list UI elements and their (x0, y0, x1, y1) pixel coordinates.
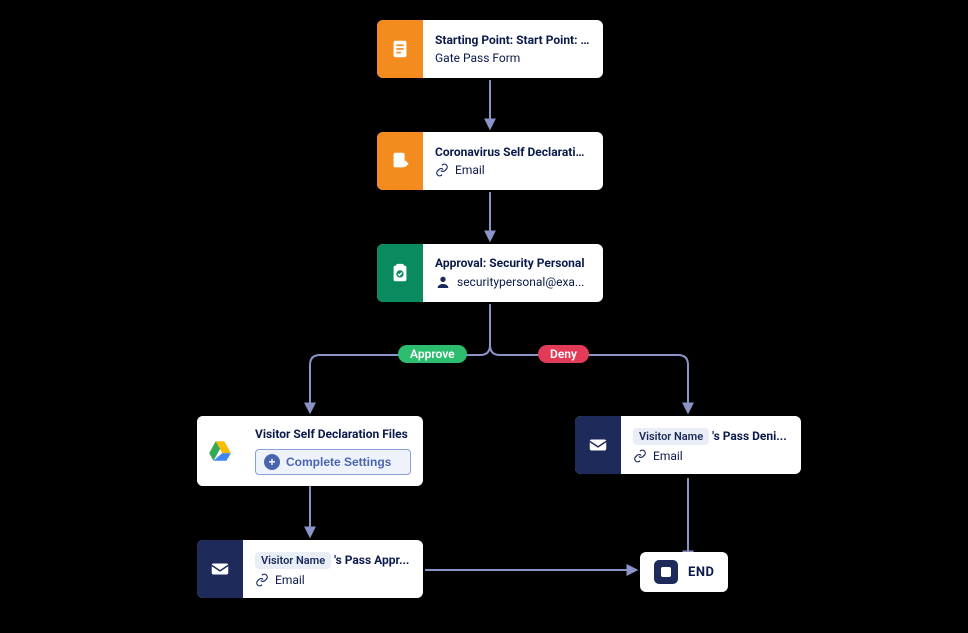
node-drive-files[interactable]: Visitor Self Declaration Files + Complet… (197, 416, 423, 486)
node-subtitle: Gate Pass Form (435, 51, 591, 65)
link-icon (255, 573, 269, 587)
node-title: Starting Point: Start Point: Vi... (435, 33, 591, 47)
title-suffix: 's Pass Appr... (334, 553, 409, 567)
link-icon (435, 163, 449, 177)
node-pass-denied[interactable]: Visitor Name 's Pass Deni... Email (575, 416, 801, 474)
link-label: Email (653, 449, 683, 463)
node-end[interactable]: END (640, 552, 728, 592)
clipboard-check-icon (377, 244, 423, 302)
complete-settings-button[interactable]: + Complete Settings (255, 449, 411, 475)
node-title: Visitor Name 's Pass Deni... (633, 428, 789, 445)
node-starting-point[interactable]: Starting Point: Start Point: Vi... Gate … (377, 20, 603, 78)
link-label: Email (275, 573, 305, 587)
link-label: Email (455, 163, 485, 177)
node-title: Approval: Security Personal (435, 256, 591, 270)
button-label: Complete Settings (286, 455, 391, 469)
person-icon (435, 274, 451, 290)
node-title: Visitor Name 's Pass Appr... (255, 552, 411, 569)
node-title: Coronavirus Self Declaration... (435, 145, 591, 159)
node-pass-approved[interactable]: Visitor Name 's Pass Appr... Email (197, 540, 423, 598)
approver-email: securitypersonal@exa... (457, 275, 584, 289)
envelope-icon (575, 416, 621, 474)
variable-chip: Visitor Name (255, 552, 331, 569)
envelope-icon (197, 540, 243, 598)
stop-icon (654, 560, 678, 584)
variable-chip: Visitor Name (633, 428, 709, 445)
connectors (0, 0, 968, 633)
node-approval[interactable]: Approval: Security Personal securitypers… (377, 244, 603, 302)
branch-label-deny: Deny (538, 345, 589, 363)
plus-icon: + (264, 454, 280, 470)
document-arrow-icon (377, 132, 423, 190)
google-drive-icon (197, 416, 243, 486)
node-title: Visitor Self Declaration Files (255, 427, 411, 441)
end-label: END (688, 565, 714, 580)
document-icon (377, 20, 423, 78)
node-self-declaration[interactable]: Coronavirus Self Declaration... Email (377, 132, 603, 190)
workflow-canvas: Starting Point: Start Point: Vi... Gate … (0, 0, 968, 633)
title-suffix: 's Pass Deni... (712, 429, 787, 443)
branch-label-approve: Approve (398, 345, 467, 363)
link-icon (633, 449, 647, 463)
